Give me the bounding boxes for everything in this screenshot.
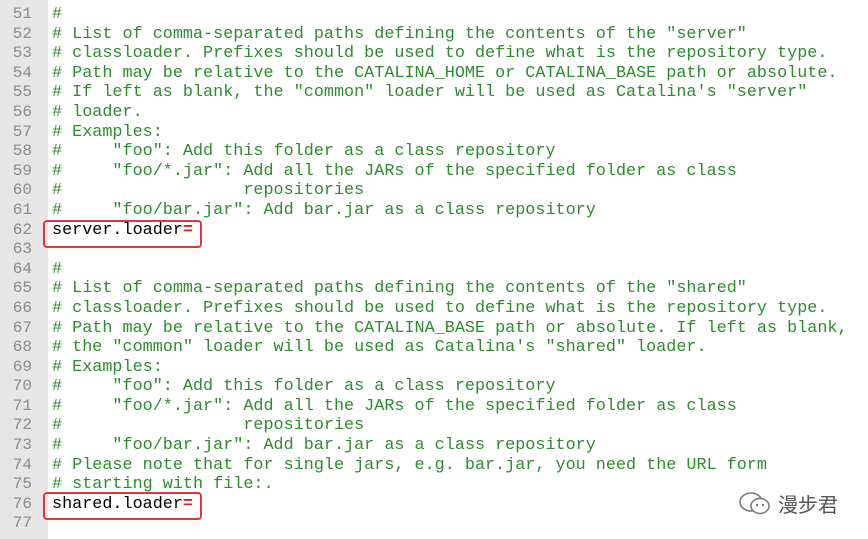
line-content: # Please note that for single jars, e.g.… [52,455,767,475]
line-number: 77 [12,514,32,533]
line-text: # "foo": Add this folder as a class repo… [52,377,556,397]
line-text: # "foo/bar.jar": Add bar.jar as a class … [52,436,596,456]
line-content: # "foo/bar.jar": Add bar.jar as a class … [52,200,596,220]
line-text: # "foo": Add this folder as a class repo… [52,142,556,162]
line-content: # Path may be relative to the CATALINA_H… [52,63,838,83]
line-content: # [52,5,63,24]
highlight-box-shared-loader [43,492,202,520]
line-content: # "foo/*.jar": Add all the JARs of the s… [52,161,737,181]
code-line: 59 # "foo/*.jar": Add all the JARs of the… [0,162,868,182]
code-line: 66 # classloader. Prefixes should be used… [0,299,868,319]
line-number: 61 [12,200,32,219]
line-number: 65 [12,279,32,298]
line-text: # "foo/bar.jar": Add bar.jar as a class … [52,201,596,221]
code-editor[interactable]: 51 #52 # List of comma-separated paths def… [0,5,868,534]
watermark-text: 漫步君 [778,493,838,517]
line-content: # List of comma-separated paths defining… [52,279,747,299]
line-text: # Examples: [52,358,163,378]
line-text: # [52,5,62,25]
line-text: # If left as blank, the "common" loader … [52,83,807,103]
line-number: 62 [12,220,32,239]
line-number: 57 [12,122,32,141]
line-text: # "foo/*.jar": Add all the JARs of the s… [52,397,737,417]
line-text: # classloader. Prefixes should be used t… [52,299,827,319]
line-text: # loader. [52,103,143,123]
line-number: 63 [12,240,32,259]
line-number: 75 [12,475,32,494]
line-content: # "foo/bar.jar": Add bar.jar as a class … [52,436,596,456]
line-number: 70 [12,377,32,396]
line-text: # Please note that for single jars, e.g.… [52,456,767,476]
code-line: 68 # the "common" loader will be used as … [0,338,868,358]
code-line: 51 # [0,5,868,25]
line-content: # If left as blank, the "common" loader … [52,83,808,103]
code-line: 56 # loader. [0,103,868,123]
code-line: 67 # Path may be relative to the CATALINA… [0,319,868,339]
line-content: # the "common" loader will be used as Ca… [52,338,707,358]
line-content: # "foo": Add this folder as a class repo… [52,142,556,162]
code-line: 72 # repositories [0,416,868,436]
line-content: # classloader. Prefixes should be used t… [52,44,828,64]
line-text: # classloader. Prefixes should be used t… [52,44,827,64]
line-number: 51 [12,5,32,23]
line-text: # Path may be relative to the CATALINA_H… [52,64,838,84]
line-text: # repositories [52,416,364,436]
code-line: 71 # "foo/*.jar": Add all the JARs of the… [0,397,868,417]
code-line: 65 # List of comma-separated paths defini… [0,279,868,299]
line-number: 54 [12,63,32,82]
code-line: 57 # Examples: [0,123,868,143]
code-line: 74 # Please note that for single jars, e.… [0,456,868,476]
line-content: # Examples: [52,122,163,142]
line-number: 59 [12,161,32,180]
line-content: # "foo/*.jar": Add all the JARs of the s… [52,396,737,416]
line-content: # Examples: [52,357,163,377]
code-line: 70 # "foo": Add this folder as a class re… [0,377,868,397]
code-line: 52 # List of comma-separated paths defini… [0,25,868,45]
line-content: # "foo": Add this folder as a class repo… [52,377,556,397]
line-content: # classloader. Prefixes should be used t… [52,298,828,318]
line-number: 69 [12,357,32,376]
code-line: 61 # "foo/bar.jar": Add bar.jar as a clas… [0,201,868,221]
line-number: 67 [12,318,32,337]
code-line: 64 # [0,260,868,280]
line-content: # loader. [52,102,143,122]
line-content: # repositories [52,181,365,201]
line-number: 60 [12,181,32,200]
line-number: 55 [12,83,32,102]
line-text: # the "common" loader will be used as Ca… [52,338,707,358]
line-text: # Path may be relative to the CATALINA_B… [52,319,848,339]
highlight-box-server-loader [43,220,202,248]
line-number: 58 [12,142,32,161]
line-text: # repositories [52,181,364,201]
line-content: # [52,259,63,279]
line-number: 66 [12,298,32,317]
code-line: 73 # "foo/bar.jar": Add bar.jar as a clas… [0,436,868,456]
line-number: 53 [12,44,32,63]
line-number: 76 [12,494,32,513]
line-text: # [52,260,62,280]
code-line: 69 # Examples: [0,358,868,378]
line-number: 73 [12,436,32,455]
line-text: # List of comma-separated paths defining… [52,279,747,299]
wechat-icon [739,491,770,514]
code-line: 60 # repositories [0,181,868,201]
line-number: 64 [12,259,32,278]
line-content: # Path may be relative to the CATALINA_B… [52,318,848,338]
line-number: 72 [12,416,32,435]
line-number: 71 [12,396,32,415]
line-text: # Examples: [52,123,163,143]
line-content: # List of comma-separated paths defining… [52,24,747,44]
line-text: # "foo/*.jar": Add all the JARs of the s… [52,162,737,182]
code-line: 54 # Path may be relative to the CATALINA… [0,64,868,84]
line-number: 74 [12,455,32,474]
line-number: 52 [12,24,32,43]
line-number: 68 [12,338,32,357]
watermark: 漫步君 [738,489,838,518]
line-number: 56 [12,102,32,121]
code-line: 58 # "foo": Add this folder as a class re… [0,142,868,162]
line-text: # List of comma-separated paths defining… [52,25,747,45]
code-line: 55 # If left as blank, the "common" loade… [0,83,868,103]
code-line: 53 # classloader. Prefixes should be used… [0,44,868,64]
line-content: # repositories [52,416,365,436]
